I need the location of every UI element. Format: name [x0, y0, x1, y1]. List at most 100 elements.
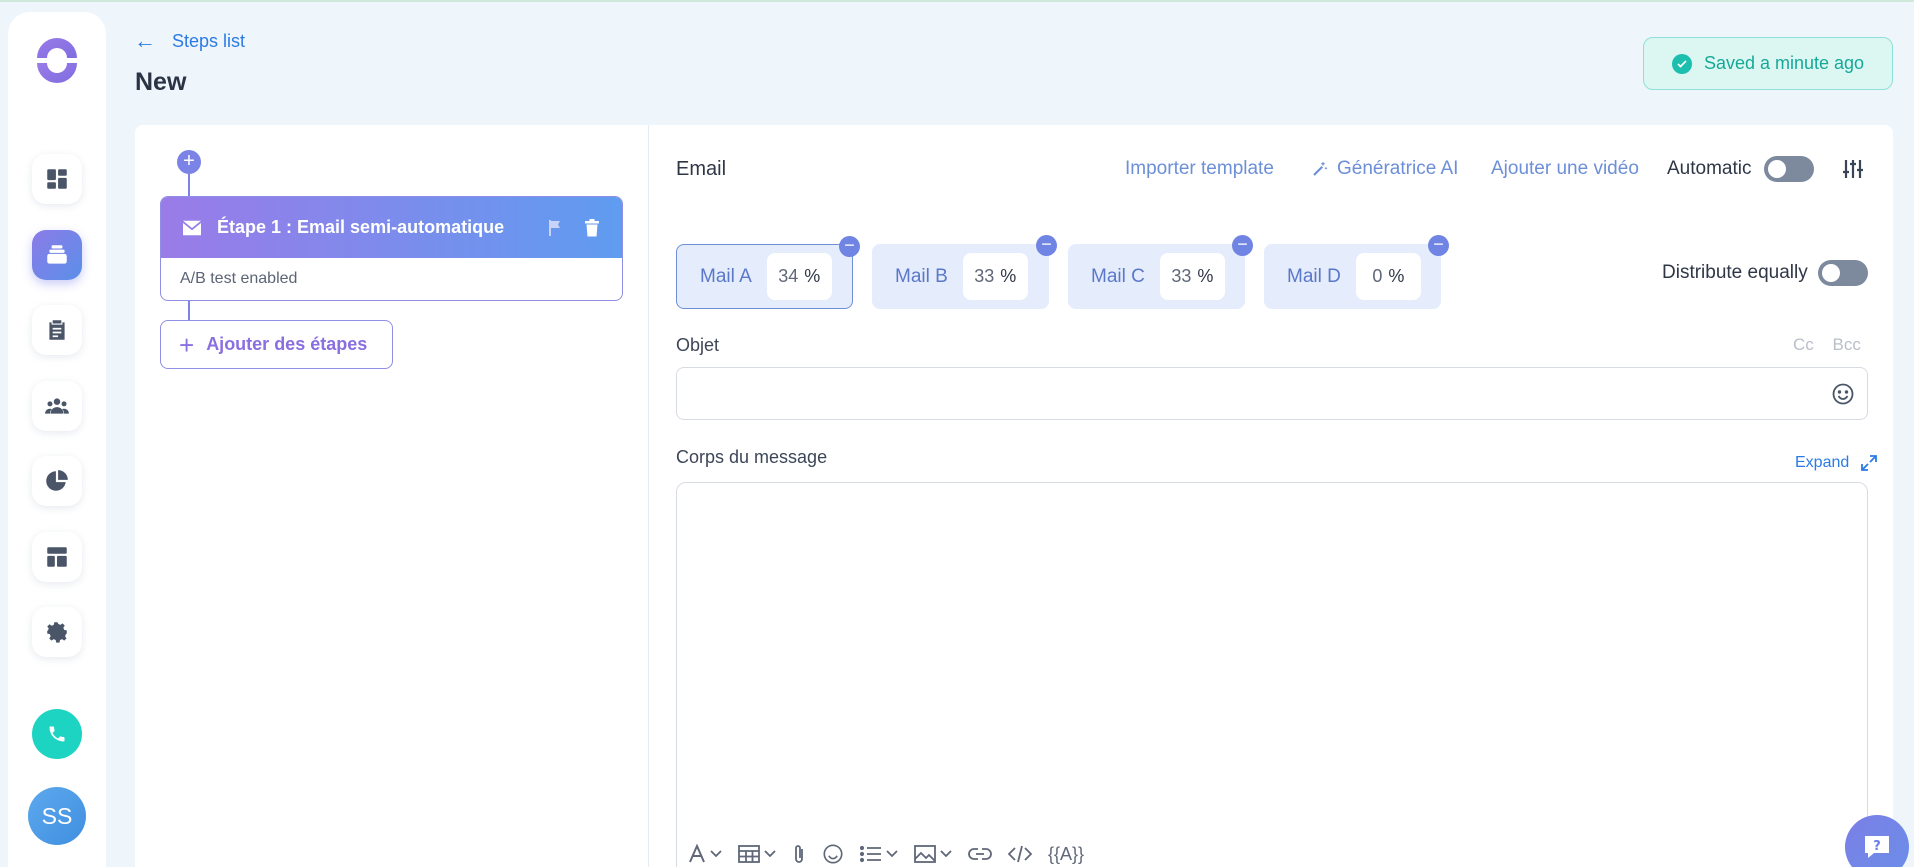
message-body-editor[interactable] — [676, 482, 1868, 867]
saved-status-text: Saved a minute ago — [1703, 53, 1865, 73]
chevron-down-icon — [764, 850, 776, 858]
avatar[interactable]: SS — [28, 787, 86, 845]
sidebar-item-settings[interactable] — [32, 607, 82, 657]
percent-input[interactable]: 34 % — [766, 253, 832, 300]
cc-link[interactable]: Cc — [1793, 335, 1814, 354]
expand-icon — [1861, 455, 1878, 471]
step-card[interactable]: Étape 1 : Email semi-automatique A/B tes… — [160, 196, 623, 301]
percent-value: 33 — [974, 266, 995, 286]
percent-input[interactable]: 33 % — [962, 253, 1028, 300]
remove-variant-button[interactable]: − — [1036, 235, 1057, 256]
sidebar-item-sequences[interactable] — [32, 230, 82, 280]
ai-generator-link[interactable]: Génératrice AI — [1311, 158, 1458, 180]
text-format-tool[interactable] — [688, 844, 722, 864]
chevron-down-icon — [886, 850, 898, 858]
subject-label: Objet — [676, 335, 720, 355]
code-tool[interactable] — [1008, 845, 1032, 863]
mail-label: Mail B — [895, 265, 948, 287]
remove-variant-button[interactable]: − — [1232, 235, 1253, 256]
sidebar-item-templates[interactable] — [32, 532, 82, 582]
distribute-equally-label: Distribute equally — [1662, 262, 1808, 283]
step-title: Étape 1 : Email semi-automatique — [217, 217, 505, 237]
sidebar-item-reports[interactable] — [32, 456, 82, 506]
app-logo[interactable] — [33, 36, 81, 84]
cc-bcc-links: Cc Bcc — [1793, 335, 1861, 355]
plus-icon: + — [179, 329, 195, 360]
attachment-tool[interactable] — [792, 844, 806, 864]
percent-input[interactable]: 33 % — [1159, 253, 1225, 300]
emoji-icon[interactable] — [1831, 382, 1855, 411]
remove-variant-button[interactable]: − — [839, 236, 860, 257]
gear-icon — [47, 622, 67, 643]
emoji-tool[interactable] — [822, 843, 844, 865]
percent-input[interactable]: 0 % — [1355, 253, 1421, 300]
variable-tool[interactable]: {{A}} — [1048, 844, 1084, 865]
distribute-equally-toggle[interactable] — [1818, 260, 1868, 286]
flag-icon[interactable] — [548, 219, 562, 237]
mail-variant-b[interactable]: Mail B 33 % − — [872, 235, 1057, 309]
step-connector — [188, 174, 190, 196]
breadcrumb-back-link[interactable]: ← Steps list — [134, 30, 245, 52]
bcc-link[interactable]: Bcc — [1833, 335, 1861, 354]
saved-status-badge: Saved a minute ago — [1643, 37, 1893, 90]
help-button[interactable]: ? — [1845, 815, 1909, 867]
link-icon — [968, 848, 992, 860]
step-card-header: Étape 1 : Email semi-automatique — [161, 197, 622, 258]
mail-variant-d[interactable]: Mail D 0 % − — [1264, 235, 1449, 309]
stack-icon — [47, 245, 67, 264]
email-editor: Email Importer template Génératrice AI A… — [676, 125, 1878, 867]
magic-wand-icon — [1313, 161, 1328, 176]
image-icon — [914, 845, 936, 863]
expand-label: Expand — [1795, 454, 1850, 471]
table-tool[interactable] — [738, 845, 776, 863]
percent-symbol: % — [804, 266, 821, 286]
step-connector — [188, 301, 190, 320]
percent-value: 33 — [1171, 266, 1192, 286]
help-chat-icon: ? — [1865, 836, 1889, 858]
phone-button[interactable] — [32, 709, 82, 759]
mail-variant-c[interactable]: Mail C 33 % − — [1068, 235, 1253, 309]
add-step-top-button[interactable]: + — [177, 150, 201, 174]
main-panel: + Étape 1 : Email semi-automatique A/B t… — [135, 125, 1893, 867]
chevron-down-icon — [940, 850, 952, 858]
page-title: New — [135, 68, 187, 96]
paperclip-icon — [795, 845, 803, 863]
link-tool[interactable] — [968, 847, 992, 861]
mail-label: Mail C — [1091, 265, 1145, 287]
steps-column: + Étape 1 : Email semi-automatique A/B t… — [135, 125, 649, 867]
body-label: Corps du message — [676, 447, 828, 467]
mail-variant-a[interactable]: Mail A 34 % − — [676, 236, 860, 309]
pie-chart-icon — [46, 470, 68, 491]
list-tool[interactable] — [860, 845, 898, 863]
layout-icon — [47, 547, 67, 567]
subject-input[interactable] — [676, 367, 1868, 420]
sidebar-item-dashboard[interactable] — [32, 154, 82, 204]
automatic-toggle[interactable] — [1764, 156, 1814, 182]
percent-value: 34 — [778, 266, 799, 286]
sidebar-item-tasks[interactable] — [32, 305, 82, 355]
expand-button[interactable]: Expand — [1795, 454, 1878, 472]
mail-label: Mail A — [700, 265, 752, 287]
sidebar-item-contacts[interactable] — [32, 381, 82, 431]
add-steps-button[interactable]: + Ajouter des étapes — [160, 320, 393, 369]
mail-label: Mail D — [1287, 265, 1341, 287]
check-circle-icon — [1671, 53, 1692, 74]
percent-value: 0 — [1372, 266, 1383, 286]
section-label: Email — [676, 158, 727, 180]
remove-variant-button[interactable]: − — [1428, 235, 1449, 256]
list-icon — [860, 845, 881, 863]
step-subtitle: A/B test enabled — [180, 270, 298, 287]
percent-symbol: % — [1000, 266, 1017, 286]
avatar-initials: SS — [41, 802, 73, 829]
import-template-link[interactable]: Importer template — [1125, 158, 1274, 180]
trash-icon[interactable] — [584, 218, 600, 237]
chevron-down-icon — [710, 850, 722, 858]
phone-icon — [49, 726, 65, 742]
sliders-icon[interactable] — [1842, 158, 1864, 185]
table-icon — [738, 845, 760, 863]
image-tool[interactable] — [914, 845, 952, 863]
people-icon — [45, 398, 69, 414]
breadcrumb-label: Steps list — [172, 30, 246, 51]
editor-toolbar: {{A}} — [688, 843, 1084, 865]
add-video-link[interactable]: Ajouter une vidéo — [1491, 158, 1639, 180]
